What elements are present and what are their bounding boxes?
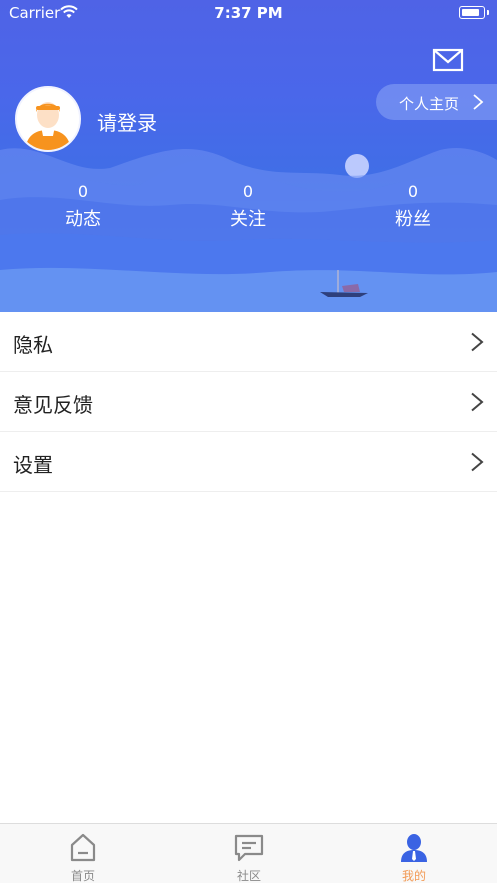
login-prompt[interactable]: 请登录 [97, 107, 157, 136]
stat-posts-count: 0 [77, 182, 89, 201]
stat-followers-count: 0 [407, 182, 419, 201]
tab-home[interactable]: 首页 [0, 824, 166, 883]
tab-community[interactable]: 社区 [166, 824, 332, 883]
tab-bar: 首页 社区 我的 [0, 823, 497, 883]
menu-item-label: 隐私 [13, 333, 53, 357]
menu-item-settings[interactable]: 设置 [0, 432, 497, 492]
chevron-right-icon [473, 94, 484, 110]
tab-home-label: 首页 [70, 869, 95, 883]
status-bar: Carrier 7:37 PM [0, 0, 497, 26]
chevron-right-icon [471, 452, 484, 472]
profile-page-label: 个人主页 [399, 95, 460, 113]
profile-header: Carrier 7:37 PM 请登录 个人主页 0 动态 0 关注 0 粉丝 [0, 0, 497, 312]
stat-following[interactable]: 0 关注 [208, 182, 288, 231]
chat-icon [234, 834, 264, 862]
menu-item-label: 意见反馈 [13, 393, 93, 417]
stat-followers[interactable]: 0 粉丝 [373, 182, 453, 231]
clock-time: 7:37 PM [214, 4, 283, 22]
profile-page-button[interactable]: 个人主页 [376, 84, 497, 120]
mail-icon[interactable] [432, 46, 464, 74]
settings-menu: 隐私 意见反馈 设置 [0, 312, 497, 492]
tab-mine-label: 我的 [401, 869, 426, 883]
menu-item-privacy[interactable]: 隐私 [0, 312, 497, 372]
stat-following-label: 关注 [230, 209, 266, 230]
landscape-illustration [0, 147, 497, 312]
menu-item-feedback[interactable]: 意见反馈 [0, 372, 497, 432]
stat-following-count: 0 [242, 182, 254, 201]
person-icon [401, 834, 427, 862]
home-icon [70, 833, 96, 862]
menu-item-label: 设置 [13, 453, 53, 477]
avatar[interactable] [15, 86, 81, 152]
tab-mine[interactable]: 我的 [331, 824, 497, 883]
chevron-right-icon [471, 392, 484, 412]
stat-posts-label: 动态 [65, 209, 101, 230]
tab-community-label: 社区 [236, 869, 261, 883]
stat-followers-label: 粉丝 [395, 209, 431, 230]
chevron-right-icon [471, 332, 484, 352]
battery-icon [459, 6, 489, 19]
stat-posts[interactable]: 0 动态 [43, 182, 123, 231]
